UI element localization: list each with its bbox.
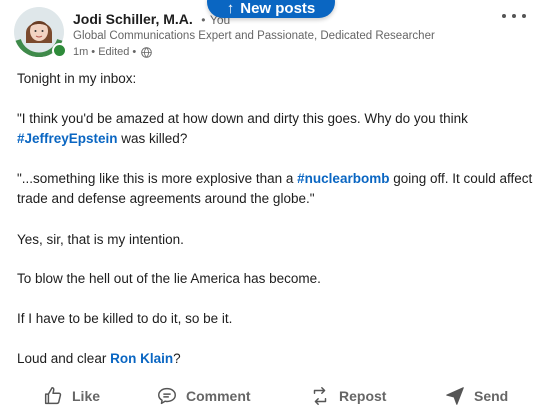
repost-button[interactable]: Repost: [309, 385, 386, 407]
post-paragraph: To blow the hell out of the lie America …: [17, 271, 321, 286]
thumbs-up-icon: [44, 387, 62, 405]
like-button[interactable]: Like: [42, 385, 100, 407]
post-paragraph: If I have to be killed to do it, so be i…: [17, 311, 233, 326]
new-posts-button[interactable]: ↑ New posts: [207, 0, 335, 18]
new-posts-label: New posts: [240, 0, 316, 17]
like-label: Like: [72, 388, 101, 404]
post-paragraph: Loud and clear Ron Klain?: [17, 351, 181, 366]
mention-link[interactable]: Ron Klain: [110, 351, 173, 366]
send-label: Send: [474, 388, 509, 404]
author-separator: •: [201, 13, 206, 27]
post-meta: 1m • Edited •: [73, 46, 153, 58]
online-status-dot: [52, 43, 67, 58]
comment-label: Comment: [186, 388, 251, 404]
post-paragraph: "...something like this is more explosiv…: [17, 171, 533, 206]
post-paragraph: "I think you'd be amazed at how down and…: [17, 111, 468, 146]
post-paragraph: Tonight in my inbox:: [17, 71, 137, 86]
social-actions-bar: Like Comment Repost Send: [0, 379, 546, 415]
send-button[interactable]: Send: [444, 385, 508, 407]
globe-icon: [141, 46, 153, 58]
hashtag-link[interactable]: #nuclearbomb: [297, 171, 389, 186]
repost-label: Repost: [339, 388, 387, 404]
post-card: Jodi Schiller, M.A. • You Global Communi…: [0, 0, 546, 415]
author-name[interactable]: Jodi Schiller, M.A.: [73, 11, 193, 27]
hashtag-link[interactable]: #JeffreyEpstein: [17, 131, 118, 146]
post-edited: • Edited •: [91, 46, 137, 58]
arrow-up-icon: ↑: [226, 0, 235, 17]
author-headline: Global Communications Expert and Passion…: [73, 30, 435, 42]
post-time[interactable]: 1m: [73, 46, 88, 58]
send-icon: [446, 387, 464, 405]
more-options-icon[interactable]: [502, 6, 526, 26]
repost-icon: [313, 387, 327, 405]
comment-button[interactable]: Comment: [156, 385, 251, 407]
author-line: Jodi Schiller, M.A. • You: [73, 11, 230, 29]
post-paragraph: Yes, sir, that is my intention.: [17, 232, 184, 247]
comment-icon: [158, 387, 176, 405]
